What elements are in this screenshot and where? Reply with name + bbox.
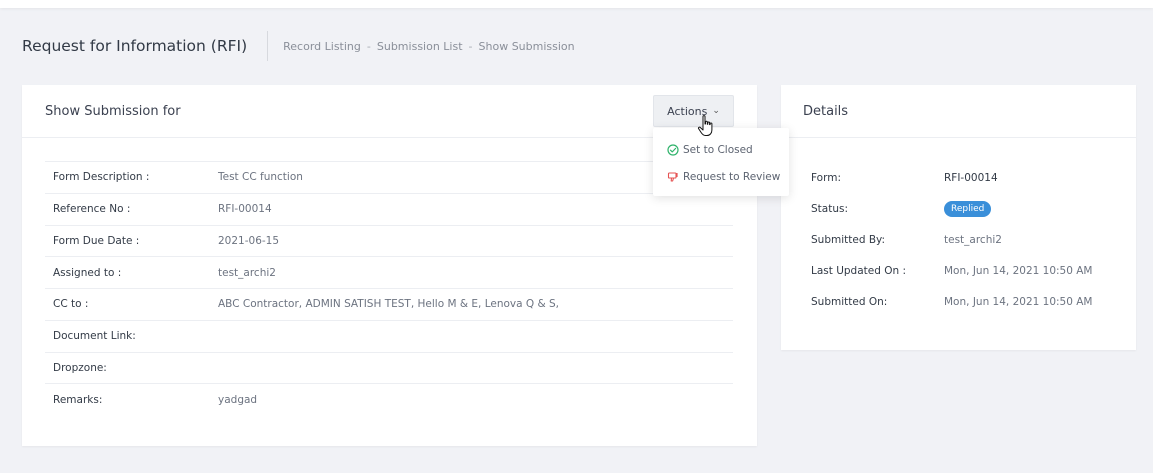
menu-item-label: Set to Closed [683, 143, 753, 156]
field-value: yadgad [218, 394, 258, 407]
status-badge: Replied [944, 200, 992, 217]
submission-card: Show Submission for Actions ⌄ Form Descr… [22, 85, 757, 446]
check-circle-icon [667, 143, 679, 156]
menu-item-set-to-closed[interactable]: Set to Closed [653, 136, 789, 163]
breadcrumb-separator: - [366, 39, 371, 53]
breadcrumb-record-listing[interactable]: Record Listing [283, 40, 361, 53]
thumbs-down-icon [667, 171, 679, 183]
detail-value: test_archi2 [944, 233, 1002, 246]
actions-dropdown-menu: Set to Closed Request to Review [653, 128, 789, 196]
detail-label: Submitted By: [811, 233, 886, 246]
list-item: Form: RFI-00014 [811, 162, 1121, 193]
submission-card-title: Show Submission for [45, 103, 181, 119]
detail-value: Mon, Jun 14, 2021 10:50 AM [944, 264, 1093, 277]
top-bar [0, 0, 1153, 8]
table-row: Dropzone: [45, 353, 733, 385]
field-label: Remarks: [53, 394, 103, 407]
field-value: Test CC function [218, 171, 303, 184]
menu-item-label: Request to Review [683, 170, 781, 183]
breadcrumb-show-submission: Show Submission [478, 39, 575, 53]
detail-label: Form: [811, 171, 841, 184]
field-value: test_archi2 [218, 266, 276, 279]
submission-card-header: Show Submission for Actions ⌄ [22, 85, 757, 138]
field-label: Reference No : [53, 203, 131, 216]
table-row: Document Link: [45, 321, 733, 353]
list-item: Last Updated On : Mon, Jun 14, 2021 10:5… [811, 255, 1121, 286]
hand-pointer-icon [697, 115, 713, 136]
details-card-title: Details [803, 103, 849, 119]
table-row: Remarks: yadgad [45, 384, 733, 416]
field-label: Dropzone: [53, 361, 107, 374]
field-label: CC to : [53, 298, 89, 311]
page-header: Request for Information (RFI) Record Lis… [22, 31, 575, 61]
breadcrumb-submission-list[interactable]: Submission List [377, 40, 463, 53]
table-row: Reference No : RFI-00014 [45, 194, 733, 226]
detail-label: Last Updated On : [811, 264, 907, 277]
details-card-header: Details [781, 85, 1136, 138]
breadcrumb: Record Listing - Submission List - Show … [268, 40, 574, 53]
table-row: Form Due Date : 2021-06-15 [45, 226, 733, 258]
field-value: ABC Contractor, ADMIN SATISH TEST, Hello… [218, 298, 560, 311]
detail-label: Status: [811, 202, 848, 215]
list-item: Submitted On: Mon, Jun 14, 2021 10:50 AM [811, 286, 1121, 317]
table-row: Assigned to : test_archi2 [45, 257, 733, 289]
table-row: CC to : ABC Contractor, ADMIN SATISH TES… [45, 289, 733, 321]
list-item: Status: Replied [811, 193, 1121, 224]
page-title: Request for Information (RFI) [22, 31, 269, 61]
actions-button[interactable]: Actions ⌄ [653, 95, 734, 127]
detail-value: Mon, Jun 14, 2021 10:50 AM [944, 295, 1093, 308]
field-value: 2021-06-15 [218, 234, 280, 247]
detail-value: RFI-00014 [944, 171, 998, 184]
breadcrumb-separator: - [468, 39, 473, 53]
field-label: Document Link: [53, 330, 136, 343]
detail-label: Submitted On: [811, 295, 888, 308]
table-row: Form Description : Test CC function [45, 162, 733, 194]
details-card: Details Form: RFI-00014 Status: Replied … [781, 85, 1136, 350]
field-label: Form Due Date : [53, 234, 140, 247]
list-item: Submitted By: test_archi2 [811, 224, 1121, 255]
details-list: Form: RFI-00014 Status: Replied Submitte… [811, 162, 1121, 317]
field-label: Form Description : [53, 171, 150, 184]
field-value: RFI-00014 [218, 203, 272, 216]
field-label: Assigned to : [53, 266, 122, 279]
menu-item-request-to-review[interactable]: Request to Review [653, 163, 789, 190]
submission-fields: Form Description : Test CC function Refe… [45, 161, 733, 416]
